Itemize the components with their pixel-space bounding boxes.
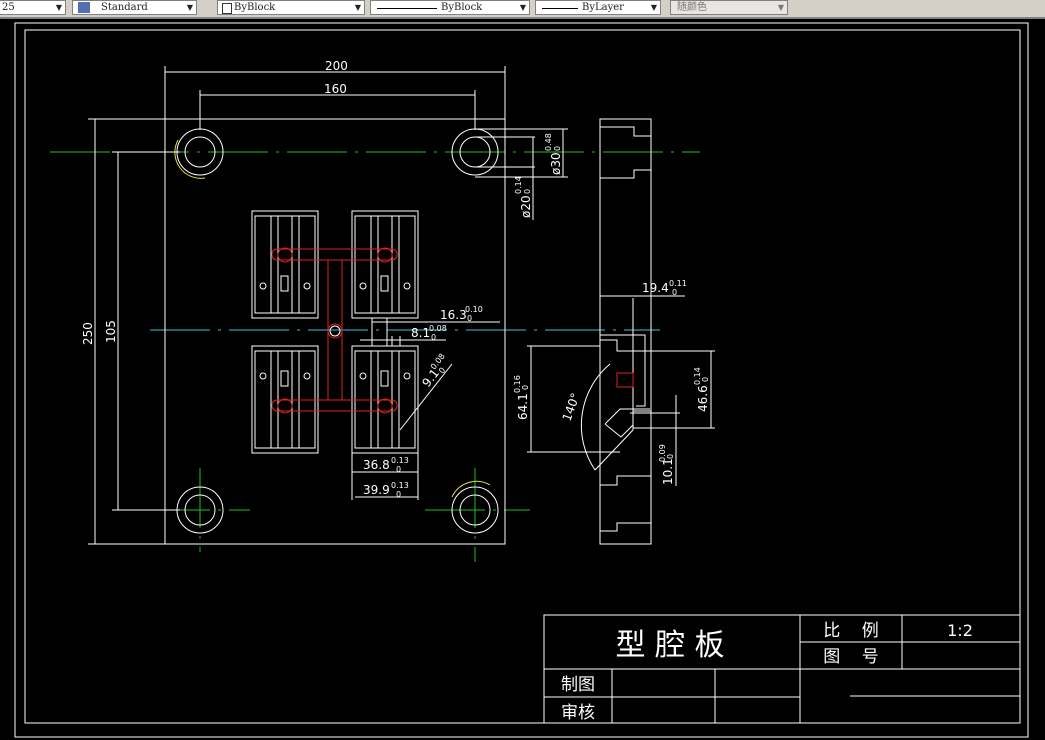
dim-d30: ø30 <box>549 152 563 175</box>
chevron-down-icon: ▼ <box>650 3 657 12</box>
dimension-style-combo[interactable]: Standard ▼ <box>72 0 197 15</box>
dim-105: 105 <box>104 320 118 343</box>
sprue <box>329 325 341 337</box>
dim-160: 160 <box>324 82 347 96</box>
chevron-down-icon: ▼ <box>777 3 784 12</box>
lineweight-value: ByLayer <box>582 2 624 13</box>
lineweight-sample <box>542 8 578 9</box>
dim-10-1-tol-low: 0 <box>666 454 675 459</box>
chevron-down-icon: ▼ <box>55 3 62 12</box>
dim-8-1: 8.1 <box>411 326 430 340</box>
guide-holes <box>174 128 499 534</box>
scale-label: 比 例 <box>823 621 879 641</box>
dim-16-3-tol-up: 0.10 <box>465 305 483 314</box>
dim-16-3-tol-low: 0 <box>467 314 472 323</box>
text-style-combo[interactable]: 25 ▼ <box>0 0 66 15</box>
linetype-combo[interactable]: ByBlock ▼ <box>370 0 530 15</box>
dim-angle-140: 140° <box>560 391 583 423</box>
text-style-value: 25 <box>2 2 15 13</box>
checked-by-label: 审核 <box>561 703 595 723</box>
cavity-plate-outline <box>164 118 506 545</box>
dim-200: 200 <box>325 59 348 73</box>
dim-19-4-tol-low: 0 <box>672 288 677 297</box>
dim-250: 250 <box>81 322 95 345</box>
dim-d30-tol-up: 0.48 <box>544 133 553 151</box>
dim-19-4-tol-up: 0.11 <box>669 279 687 288</box>
dim-36-8-tol-low: 0 <box>396 465 401 474</box>
plot-style-combo[interactable]: 随颜色 ▼ <box>670 0 788 15</box>
scale-value: 1:2 <box>947 621 973 640</box>
dim-39-9: 39.9 <box>363 483 390 497</box>
centerlines <box>50 151 700 562</box>
plot-style-value: 随颜色 <box>677 2 707 13</box>
dim-39-9-tol-up: 0.13 <box>391 481 409 490</box>
dim-46-6-tol-low: 0 <box>701 377 710 382</box>
color-swatch-icon <box>222 3 232 14</box>
dim-36-8: 36.8 <box>363 458 390 472</box>
dim-46-6: 46.6 <box>696 385 710 412</box>
title-block: 型 腔 板 比 例 1:2 图 号 制图 审核 <box>543 614 1021 724</box>
dimstyle-value: Standard <box>101 2 148 13</box>
dim-8-1-tol-low: 0 <box>431 333 436 342</box>
drawn-by-label: 制图 <box>561 675 595 695</box>
color-combo[interactable]: ByBlock ▼ <box>217 0 365 15</box>
dim-d20-tol-up: 0.14 <box>514 176 523 194</box>
dimstyle-icon <box>78 2 90 13</box>
dim-d30-tol-low: 0 <box>553 146 562 151</box>
dim-39-9-tol-low: 0 <box>396 490 401 499</box>
chevron-down-icon: ▼ <box>186 3 193 12</box>
dim-64-1: 64.1 <box>516 393 530 420</box>
dim-d20: ø20 <box>519 195 533 218</box>
dim-64-1-tol-low: 0 <box>521 385 530 390</box>
color-value: ByBlock <box>234 2 276 13</box>
dim-16-3: 16.3 <box>440 308 467 322</box>
drawing-title: 型 腔 板 <box>615 628 724 663</box>
dim-36-8-tol-up: 0.13 <box>391 456 409 465</box>
dim-8-1-tol-up: 0.08 <box>429 324 447 333</box>
side-view <box>527 118 715 545</box>
drawing-canvas[interactable]: 200 160 250 105 ø300.48 0 ø200.14 0 16.30.… <box>0 19 1045 740</box>
chevron-down-icon: ▼ <box>354 3 361 12</box>
linetype-value: ByBlock <box>441 2 483 13</box>
inner-frame <box>24 29 1021 724</box>
linetype-sample <box>377 8 437 9</box>
dim-19-4: 19.4 <box>642 281 669 295</box>
properties-toolbar: 25 ▼ Standard ▼ ByBlock ▼ ByBlock ▼ ByLayer ▼… <box>0 0 1045 19</box>
dim-d20-tol-low: 0 <box>523 189 532 194</box>
cavities <box>251 210 419 454</box>
drawing-number-label: 图 号 <box>823 647 879 667</box>
lineweight-combo[interactable]: ByLayer ▼ <box>535 0 661 15</box>
chevron-down-icon: ▼ <box>519 3 526 12</box>
